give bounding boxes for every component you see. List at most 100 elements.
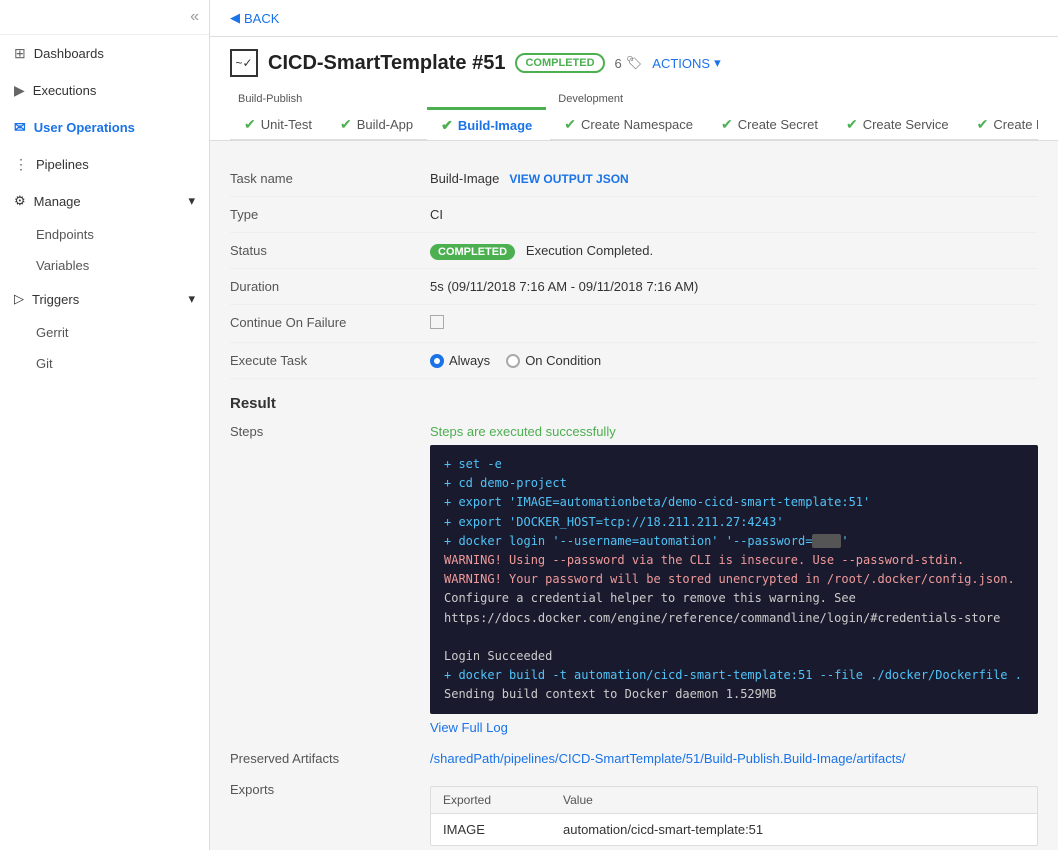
sidebar-collapse-button[interactable]: « (0, 0, 209, 35)
log-line: WARNING! Using --password via the CLI is… (444, 551, 1024, 570)
sidebar-item-pipelines[interactable]: ⋮ Pipelines (0, 146, 209, 183)
sidebar-triggers-section[interactable]: ▷ Triggers ▾ (0, 281, 209, 317)
duration-label: Duration (230, 279, 410, 294)
top-bar: ◀ BACK (210, 0, 1058, 37)
tab-build-app[interactable]: ✔ Build-App (326, 107, 427, 140)
steps-row: Steps Steps are executed successfully + … (230, 416, 1038, 743)
artifacts-path-link[interactable]: /sharedPath/pipelines/CICD-SmartTemplate… (430, 751, 905, 766)
tag-count: 6 🏷 (615, 55, 643, 71)
always-radio-inner (434, 358, 440, 364)
check-icon: ✔ (564, 116, 576, 133)
dashboards-icon: ⊞ (14, 45, 26, 62)
exported-value: automation/cicd-smart-template:51 (563, 822, 763, 837)
exports-table: Exported Value IMAGE automation/cicd-sma… (430, 786, 1038, 846)
on-condition-label: On Condition (525, 353, 601, 368)
sidebar-item-user-operations[interactable]: ✉ User Operations (0, 109, 209, 146)
view-output-button[interactable]: VIEW OUTPUT JSON (509, 172, 628, 186)
triggers-chevron-icon: ▾ (188, 291, 195, 307)
main-content: ◀ BACK ~✓ CICD-SmartTemplate #51 COMPLET… (210, 0, 1058, 850)
tab-create-secret[interactable]: ✔ Create Secret (707, 107, 832, 140)
triggers-label: Triggers (32, 292, 79, 307)
manage-label: Manage (34, 194, 81, 209)
steps-content: Steps are executed successfully + set -e… (430, 424, 1038, 735)
manage-icon: ⚙ (14, 193, 26, 209)
preserved-artifacts-label: Preserved Artifacts (230, 751, 410, 766)
group-label-development: Development (550, 89, 1038, 107)
view-full-log-link[interactable]: View Full Log (430, 720, 508, 735)
status-badge: COMPLETED (430, 244, 515, 260)
continue-on-failure-checkbox[interactable] (430, 315, 444, 329)
sidebar-item-dashboards[interactable]: ⊞ Dashboards (0, 35, 209, 72)
tab-label: Create Service (863, 117, 949, 132)
user-operations-icon: ✉ (14, 119, 26, 136)
pipelines-icon: ⋮ (14, 156, 28, 173)
execute-task-label: Execute Task (230, 353, 410, 368)
tab-unit-test[interactable]: ✔ Unit-Test (230, 107, 326, 140)
tab-label: Build-Image (458, 118, 532, 133)
sidebar-item-executions[interactable]: ▶ Executions (0, 72, 209, 109)
actions-label: ACTIONS (652, 56, 710, 71)
sidebar-item-endpoints[interactable]: Endpoints (0, 219, 209, 250)
actions-chevron-icon: ▾ (714, 55, 721, 71)
back-button[interactable]: ◀ BACK (230, 10, 279, 26)
title-area: ~✓ CICD-SmartTemplate #51 COMPLETED 6 🏷 … (210, 37, 1058, 141)
tab-create-service[interactable]: ✔ Create Service (832, 107, 963, 140)
check-icon: ✔ (977, 116, 989, 133)
title-icon: ~✓ (230, 49, 258, 77)
sidebar-item-label: Dashboards (34, 46, 104, 61)
check-icon: ✔ (846, 116, 858, 133)
pipeline-tabs: Build-Publish ✔ Unit-Test ✔ Build-App ✔ … (230, 89, 1038, 140)
manage-chevron-icon: ▾ (188, 193, 195, 209)
collapse-icon[interactable]: « (190, 8, 199, 26)
actions-button[interactable]: ACTIONS ▾ (652, 55, 720, 71)
on-condition-radio[interactable]: On Condition (506, 353, 601, 368)
status-text: Execution Completed. (526, 243, 653, 258)
tab-label: Build-App (357, 117, 413, 132)
execute-task-radio-group: Always On Condition (430, 353, 1038, 368)
always-radio[interactable]: Always (430, 353, 490, 368)
log-line: + set -e (444, 455, 1024, 474)
log-line: + docker build -t automation/cicd-smart-… (444, 666, 1024, 685)
executions-icon: ▶ (14, 82, 25, 99)
tab-label: Create Deployment (993, 117, 1038, 132)
status-label: Status (230, 243, 410, 258)
execute-task-row: Execute Task Always On Condition (230, 343, 1038, 379)
group-label-build-publish: Build-Publish (230, 89, 546, 107)
duration-row: Duration 5s (09/11/2018 7:16 AM - 09/11/… (230, 269, 1038, 305)
check-icon: ✔ (441, 117, 453, 134)
tab-create-namespace[interactable]: ✔ Create Namespace (550, 107, 707, 140)
continue-on-failure-row: Continue On Failure (230, 305, 1038, 343)
tab-label: Create Secret (738, 117, 818, 132)
type-label: Type (230, 207, 410, 222)
steps-success-text: Steps are executed successfully (430, 424, 1038, 439)
table-row: IMAGE automation/cicd-smart-template:51 (431, 814, 1037, 845)
log-line: Login Succeeded (444, 647, 1024, 666)
execute-task-value: Always On Condition (430, 353, 1038, 368)
sidebar-manage-section[interactable]: ⚙ Manage ▾ (0, 183, 209, 219)
log-line (444, 628, 1024, 647)
tag-number: 6 (615, 56, 622, 71)
sidebar-item-variables[interactable]: Variables (0, 250, 209, 281)
on-condition-radio-circle (506, 354, 520, 368)
task-name-row: Task name Build-Image VIEW OUTPUT JSON (230, 161, 1038, 197)
task-name-label: Task name (230, 171, 410, 186)
sidebar-item-gerrit[interactable]: Gerrit (0, 317, 209, 348)
result-section-title: Result (230, 379, 1038, 416)
check-icon: ✔ (340, 116, 352, 133)
tab-label: Create Namespace (581, 117, 693, 132)
tab-build-image[interactable]: ✔ Build-Image (427, 107, 546, 140)
always-radio-circle (430, 354, 444, 368)
back-label: BACK (244, 11, 279, 26)
log-line: + cd demo-project (444, 474, 1024, 493)
steps-label: Steps (230, 424, 410, 439)
type-value: CI (430, 207, 1038, 222)
tab-label: Unit-Test (261, 117, 312, 132)
sidebar-item-git[interactable]: Git (0, 348, 209, 379)
tab-create-deployment[interactable]: ✔ Create Deployment (963, 107, 1038, 140)
continue-on-failure-label: Continue On Failure (230, 315, 410, 330)
back-arrow-icon: ◀ (230, 10, 240, 26)
continue-on-failure-value[interactable] (430, 315, 1038, 332)
exports-header: Exported Value (431, 787, 1037, 814)
page-title: CICD-SmartTemplate #51 (268, 52, 505, 75)
duration-value: 5s (09/11/2018 7:16 AM - 09/11/2018 7:16… (430, 279, 1038, 294)
